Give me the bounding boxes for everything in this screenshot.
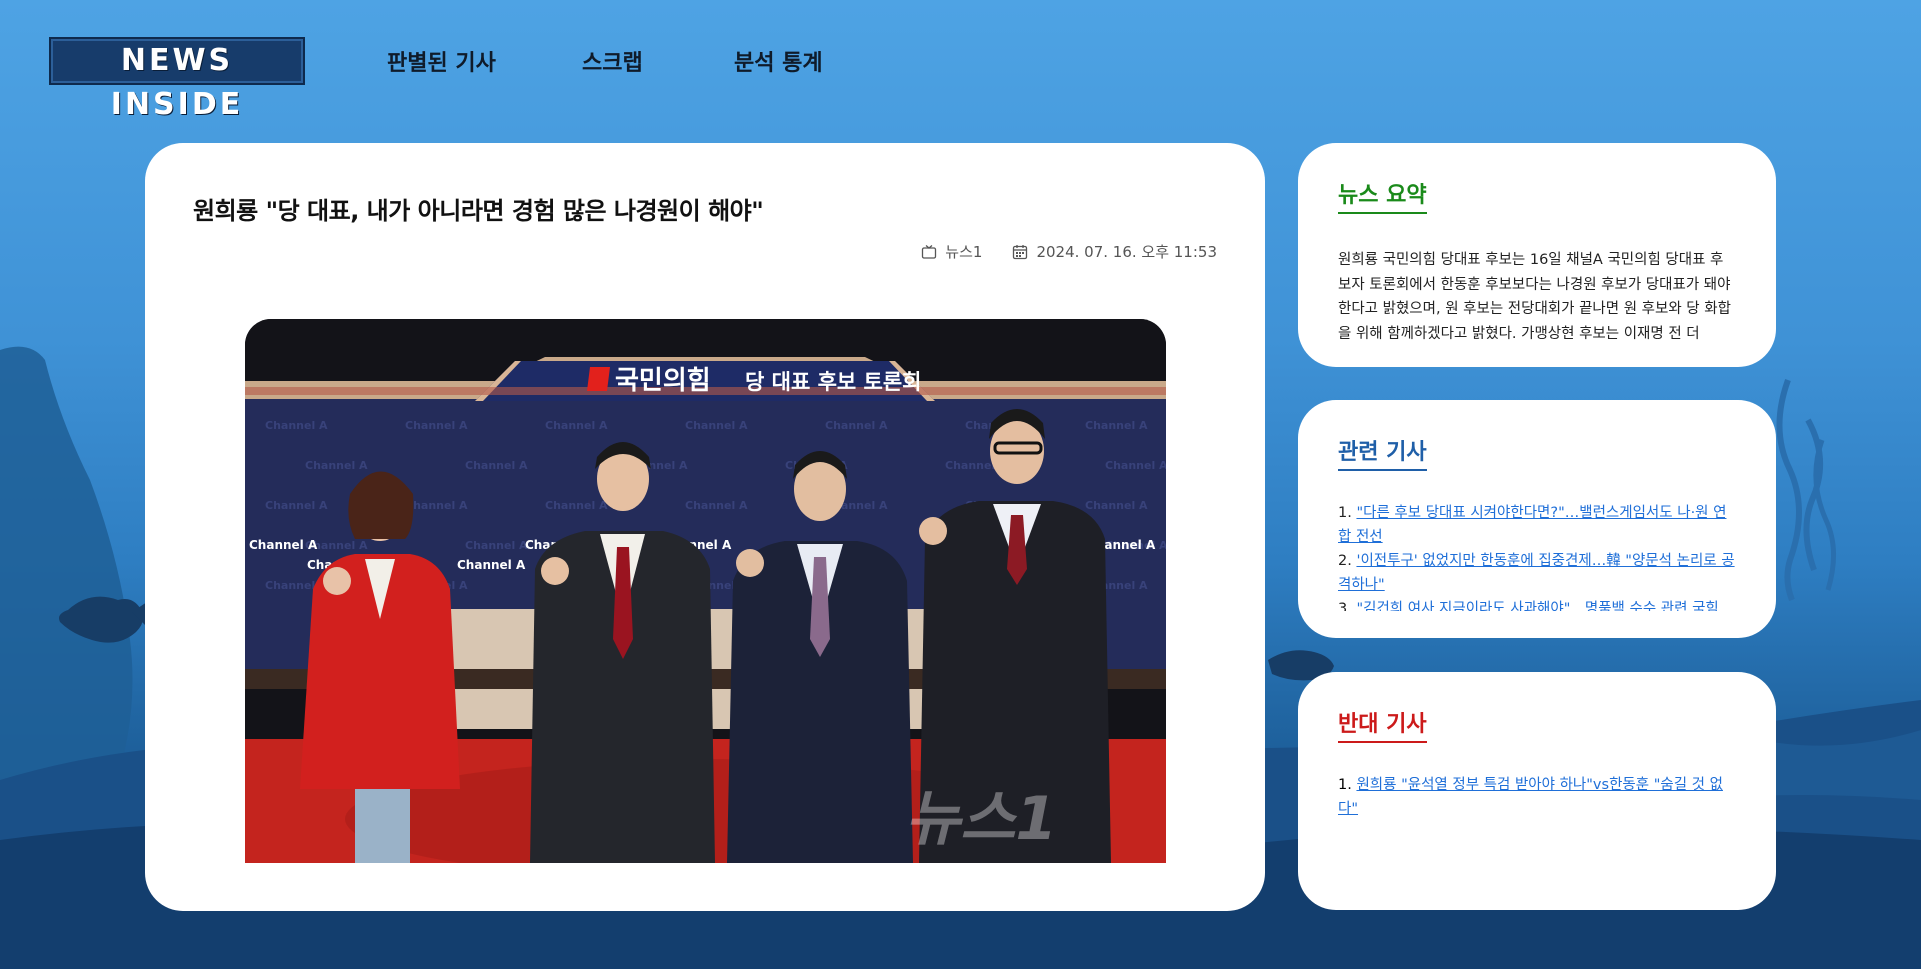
article-datetime: 2024. 07. 16. 오후 11:53 [1036, 243, 1217, 261]
summary-text: 원희룡 국민의힘 당대표 후보는 16일 채널A 국민의힘 당대표 후보자 토론… [1338, 252, 1731, 342]
list-item: 1. 원희룡 "윤석열 정부 특검 받아야 하나"vs한동훈 "숨길 것 없다" [1338, 777, 1723, 817]
article-meta: 뉴스1 2024. 07. 16. 오후 11:53 [921, 241, 1217, 262]
svg-text:Channel A: Channel A [457, 558, 526, 572]
svg-text:Channel A: Channel A [1085, 499, 1148, 512]
svg-text:Channel A: Channel A [545, 499, 608, 512]
summary-heading: 뉴스 요약 [1338, 177, 1427, 214]
svg-text:Channel A: Channel A [465, 459, 528, 472]
related-article-link[interactable]: "다른 후보 당대표 시켜야한다면?"…밸런스게임서도 나·원 연합 전선 [1338, 505, 1726, 545]
calendar-icon [1013, 244, 1028, 259]
list-item: 1. "다른 후보 당대표 시켜야한다면?"…밸런스게임서도 나·원 연합 전선 [1338, 505, 1727, 545]
related-article-link[interactable]: '이전투구' 없었지만 한동훈에 집중견제…韓 "양문석 논리로 공격하나" [1338, 553, 1735, 593]
svg-text:Channel A: Channel A [545, 419, 608, 432]
svg-text:Channel A: Channel A [405, 499, 468, 512]
tv-icon [922, 244, 937, 259]
nav-item-scrap[interactable]: 스크랩 [582, 45, 643, 77]
article-card: 원희룡 "당 대표, 내가 아니라면 경험 많은 나경원이 해야" 뉴스1 20… [145, 143, 1265, 911]
related-articles-card: 관련 기사 1. "다른 후보 당대표 시켜야한다면?"…밸런스게임서도 나·원… [1298, 400, 1776, 638]
photo-watermark: 뉴스1 [905, 784, 1057, 854]
opposite-articles-list: 1. 원희룡 "윤석열 정부 특검 받아야 하나"vs한동훈 "숨길 것 없다" [1338, 773, 1736, 821]
nav-item-classified-articles[interactable]: 판별된 기사 [387, 45, 496, 77]
photo-banner-event: 당 대표 후보 토론회 [745, 370, 922, 394]
related-heading: 관련 기사 [1338, 434, 1427, 471]
related-articles-list: 1. "다른 후보 당대표 시켜야한다면?"…밸런스게임서도 나·원 연합 전선… [1338, 501, 1736, 611]
article-source: 뉴스1 [945, 243, 983, 261]
related-article-link[interactable]: "김건희 여사 지금이라도 사과해야"…명품백 수수 관련 국힘 [1356, 601, 1718, 611]
photo-banner-party: 국민의힘 [615, 366, 711, 396]
summary-card: 뉴스 요약 원희룡 국민의힘 당대표 후보는 16일 채널A 국민의힘 당대표 … [1298, 143, 1776, 367]
svg-text:Channel A: Channel A [465, 539, 528, 552]
svg-text:Channel A: Channel A [1105, 459, 1166, 472]
opposite-articles-card: 반대 기사 1. 원희룡 "윤석열 정부 특검 받아야 하나"vs한동훈 "숨길… [1298, 672, 1776, 910]
svg-text:Channel A: Channel A [1085, 419, 1148, 432]
list-item: 2. '이전투구' 없었지만 한동훈에 집중견제…韓 "양문석 논리로 공격하나… [1338, 553, 1735, 593]
site-logo[interactable]: NEWS INSIDE [49, 37, 305, 122]
opposite-heading: 반대 기사 [1338, 706, 1427, 743]
list-item: 3. "김건희 여사 지금이라도 사과해야"…명품백 수수 관련 국힘 [1338, 597, 1736, 611]
article-title: 원희룡 "당 대표, 내가 아니라면 경험 많은 나경원이 해야" [193, 197, 764, 225]
svg-text:Channel A: Channel A [685, 419, 748, 432]
svg-text:Channel A: Channel A [405, 419, 468, 432]
svg-text:Channel A: Channel A [265, 419, 328, 432]
article-photo: Channel A Channel A Channel A Channel A Chan… [245, 319, 1166, 863]
nav-item-analysis-stats[interactable]: 분석 통계 [734, 45, 823, 77]
opposite-article-link[interactable]: 원희룡 "윤석열 정부 특검 받아야 하나"vs한동훈 "숨길 것 없다" [1338, 777, 1723, 817]
svg-text:Channel A: Channel A [305, 459, 368, 472]
svg-text:Channel A: Channel A [825, 419, 888, 432]
svg-text:Channel A: Channel A [685, 499, 748, 512]
svg-text:Channel A: Channel A [249, 538, 318, 552]
svg-text:Channel A: Channel A [265, 499, 328, 512]
